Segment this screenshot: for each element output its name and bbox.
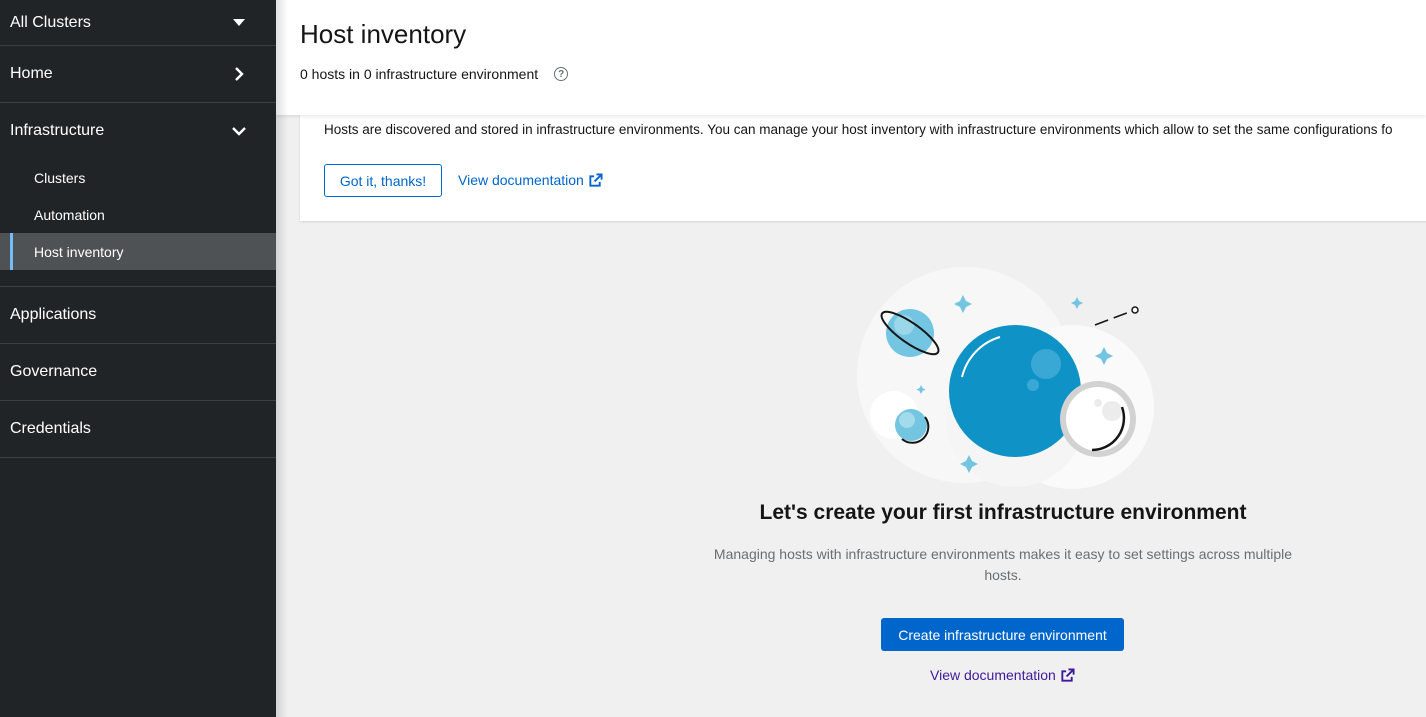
sidebar-item-label: Governance	[10, 363, 98, 380]
chevron-right-icon	[232, 67, 246, 81]
page-title: Host inventory	[300, 19, 467, 49]
sidebar-item-home[interactable]: Home	[0, 46, 276, 103]
sidebar: All Clusters Home Infrastructure Cluster…	[0, 0, 276, 717]
host-count-text: 0 hosts in 0 infrastructure environment	[300, 66, 539, 82]
sidebar-item-label: Credentials	[10, 420, 91, 437]
sidebar-item-applications[interactable]: Applications	[0, 287, 276, 344]
page-subtitle: 0 hosts in 0 infrastructure environment …	[300, 66, 569, 82]
cluster-switcher-label: All Clusters	[10, 13, 91, 31]
sidebar-item-governance[interactable]: Governance	[0, 344, 276, 401]
caret-down-icon	[232, 16, 246, 30]
empty-state: Let's create your first infrastructure e…	[276, 222, 1426, 717]
sidebar-item-credentials[interactable]: Credentials	[0, 401, 276, 458]
sidebar-item-host-inventory[interactable]: Host inventory	[0, 233, 276, 270]
info-alert: Hosts are discovered and stored in infra…	[300, 100, 1426, 221]
sidebar-item-label: Home	[10, 65, 53, 82]
main-content: Host inventory 0 hosts in 0 infrastructu…	[276, 0, 1426, 717]
sidebar-item-clusters[interactable]: Clusters	[0, 159, 276, 196]
external-link-icon	[589, 172, 603, 187]
view-documentation-link[interactable]: View documentation	[458, 172, 603, 188]
sidebar-item-label: Infrastructure	[10, 122, 105, 139]
infrastructure-submenu: Clusters Automation Host inventory	[0, 159, 276, 286]
alert-text: Hosts are discovered and stored in infra…	[324, 122, 1393, 137]
space-illustration	[857, 267, 1154, 489]
page-header: Host inventory 0 hosts in 0 infrastructu…	[276, 0, 1426, 115]
sidebar-item-label: Applications	[10, 306, 97, 323]
cluster-switcher[interactable]: All Clusters	[0, 0, 276, 46]
link-label: View documentation	[930, 667, 1056, 683]
got-it-button[interactable]: Got it, thanks!	[324, 164, 442, 197]
empty-state-body: Managing hosts with infrastructure envir…	[713, 546, 1293, 583]
external-link-icon	[1061, 667, 1075, 682]
empty-state-title: Let's create your first infrastructure e…	[759, 501, 1247, 524]
help-icon[interactable]: ?	[554, 67, 569, 81]
link-label: View documentation	[458, 172, 584, 188]
view-documentation-link-secondary[interactable]: View documentation	[930, 667, 1075, 683]
create-infrastructure-environment-button[interactable]: Create infrastructure environment	[881, 618, 1124, 651]
sidebar-group-infrastructure: Infrastructure Clusters Automation Host …	[0, 103, 276, 287]
sidebar-item-infrastructure[interactable]: Infrastructure	[0, 103, 276, 159]
chevron-down-icon	[232, 124, 246, 138]
sidebar-item-automation[interactable]: Automation	[0, 196, 276, 233]
